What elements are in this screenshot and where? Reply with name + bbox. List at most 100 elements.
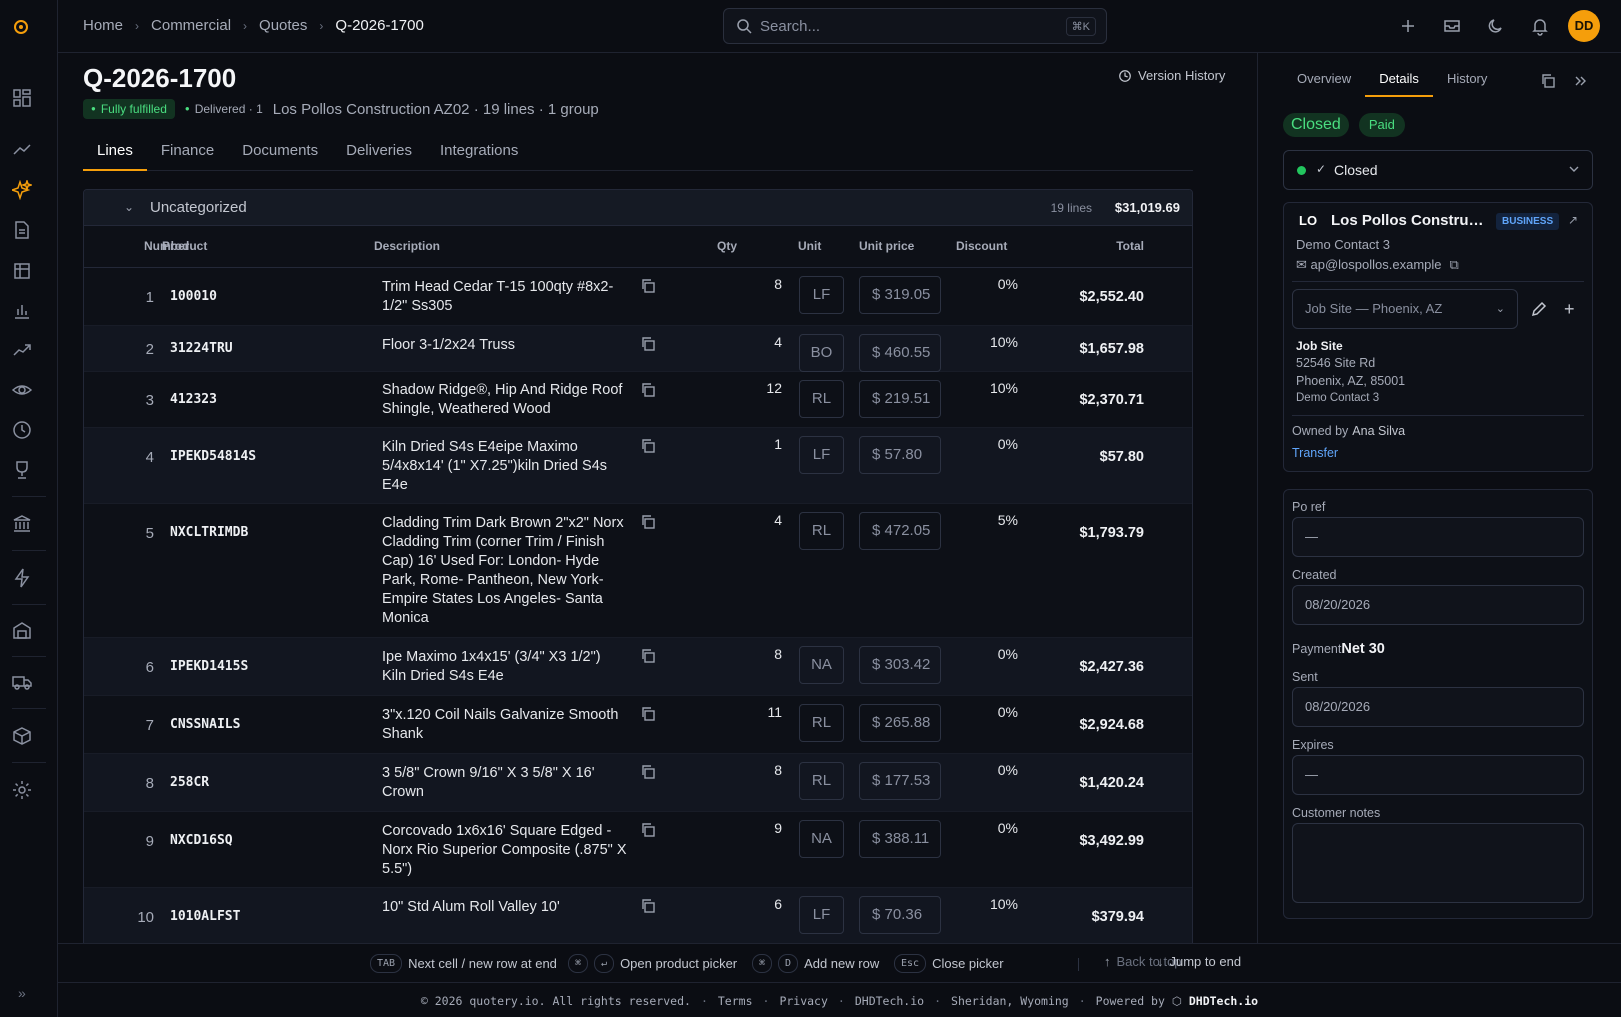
inbox-icon[interactable]	[1442, 16, 1462, 36]
col-product[interactable]: Product	[162, 239, 207, 253]
product-code[interactable]: 412323	[170, 392, 217, 407]
customer-notes-field[interactable]	[1292, 823, 1584, 903]
table-row[interactable]: 6 IPEKD1415S Ipe Maximo 1x4x15' (3/4" X3 1…	[84, 638, 1192, 696]
unit-price-field[interactable]: $ 303.42	[859, 646, 941, 684]
breadcrumb-commercial[interactable]: Commercial	[151, 17, 231, 34]
product-code[interactable]: IPEKD54814S	[170, 449, 256, 464]
copy-icon[interactable]	[640, 336, 656, 352]
eye-icon[interactable]	[11, 380, 34, 402]
col-description[interactable]: Description	[374, 239, 440, 253]
unit-field[interactable]: BO	[799, 334, 844, 372]
avatar[interactable]: DD	[1568, 10, 1600, 42]
product-code[interactable]: IPEKD1415S	[170, 659, 248, 674]
qty-value[interactable]: 12	[766, 380, 782, 396]
line-description[interactable]: Floor 3-1/2x24 Truss	[382, 336, 627, 355]
unit-price-field[interactable]: $ 219.51	[859, 380, 941, 418]
line-description[interactable]: Trim Head Cedar T-15 100qty #8x2-1/2" Ss…	[382, 278, 627, 316]
unit-field[interactable]: RL	[799, 704, 844, 742]
table-row[interactable]: 3 412323 Shadow Ridge®, Hip And Ridge Roof…	[84, 372, 1192, 428]
chevron-down-icon[interactable]: ⌄	[124, 200, 134, 214]
transfer-link[interactable]: Transfer	[1292, 446, 1338, 460]
line-description[interactable]: 3 5/8" Crown 9/16" X 3 5/8" X 16' Crown	[382, 764, 627, 802]
product-code[interactable]: NXCD16SQ	[170, 833, 233, 848]
edit-icon[interactable]	[1530, 300, 1548, 318]
tab-documents[interactable]: Documents	[228, 139, 332, 171]
unit-price-field[interactable]: $ 57.80	[859, 436, 941, 474]
table-row[interactable]: 5 NXCLTRIMDB Cladding Trim Dark Brown 2"x2…	[84, 504, 1192, 638]
trophy-icon[interactable]	[12, 460, 34, 482]
bell-icon[interactable]	[1530, 16, 1550, 36]
group-header[interactable]: ⌄ Uncategorized 19 lines $31,019.69	[84, 190, 1192, 226]
jump-to-end-button[interactable]: ↓ Jump to end	[1157, 954, 1241, 969]
growth-icon[interactable]	[12, 340, 34, 362]
job-site-select[interactable]: Job Site — Phoenix, AZ ⌄	[1292, 289, 1518, 329]
discount-value[interactable]: 0%	[998, 704, 1018, 720]
building-icon[interactable]	[12, 260, 34, 282]
copy-icon[interactable]	[640, 278, 656, 294]
privacy-link[interactable]: Privacy	[779, 994, 827, 1008]
qty-value[interactable]: 6	[774, 896, 782, 912]
po-ref-field[interactable]: —	[1292, 517, 1584, 557]
bolt-icon[interactable]	[12, 568, 34, 590]
copy-icon[interactable]	[640, 764, 656, 780]
table-row[interactable]: 2 31224TRU Floor 3-1/2x24 Truss 4 10% $1,657.…	[84, 326, 1192, 372]
discount-value[interactable]: 10%	[990, 334, 1018, 350]
product-code[interactable]: CNSSNAILS	[170, 717, 240, 732]
line-description[interactable]: Kiln Dried S4s E4eipe Maximo 5/4x8x14' (…	[382, 438, 627, 495]
customer-name[interactable]: Los Pollos Construction AZ02	[1331, 212, 1486, 229]
copy-icon[interactable]	[640, 438, 656, 454]
copy-icon[interactable]	[640, 822, 656, 838]
copy-icon[interactable]	[640, 514, 656, 530]
line-description[interactable]: 10" Std Alum Roll Valley 10'	[382, 898, 627, 917]
unit-field[interactable]: NA	[799, 820, 844, 858]
tab-details[interactable]: Details	[1365, 71, 1433, 97]
tab-deliveries[interactable]: Deliveries	[332, 139, 426, 171]
site-link[interactable]: DHDTech.io	[855, 994, 924, 1008]
settings-icon[interactable]	[12, 780, 34, 802]
tab-finance[interactable]: Finance	[147, 139, 228, 171]
search-input[interactable]: Search... ⌘K	[723, 8, 1107, 44]
tab-integrations[interactable]: Integrations	[426, 139, 532, 171]
unit-price-field[interactable]: $ 70.36	[859, 896, 941, 934]
app-logo[interactable]	[14, 20, 28, 34]
unit-field[interactable]: LF	[799, 436, 844, 474]
product-code[interactable]: 1010ALFST	[170, 909, 240, 924]
unit-field[interactable]: NA	[799, 646, 844, 684]
payment-terms[interactable]: Net 30	[1341, 641, 1385, 657]
discount-value[interactable]: 0%	[998, 276, 1018, 292]
expires-field[interactable]: —	[1292, 755, 1584, 795]
table-row[interactable]: 1 100010 Trim Head Cedar T-15 100qty #8x2-…	[84, 268, 1192, 326]
add-site-icon[interactable]: +	[1564, 299, 1575, 320]
tab-lines[interactable]: Lines	[83, 139, 147, 171]
unit-field[interactable]: LF	[799, 896, 844, 934]
sent-field[interactable]: 08/20/2026	[1292, 687, 1584, 727]
customer-email[interactable]: ap@lospollos.example	[1311, 257, 1442, 272]
col-discount[interactable]: Discount	[956, 239, 1007, 253]
qty-value[interactable]: 4	[774, 334, 782, 350]
table-row[interactable]: 4 IPEKD54814S Kiln Dried S4s E4eipe Maximo…	[84, 428, 1192, 504]
discount-value[interactable]: 0%	[998, 762, 1018, 778]
created-field[interactable]: 08/20/2026	[1292, 585, 1584, 625]
collapse-panel-icon[interactable]	[1572, 73, 1588, 89]
version-history-button[interactable]: Version History	[1118, 68, 1225, 83]
product-code[interactable]: 100010	[170, 289, 217, 304]
qty-value[interactable]: 8	[774, 276, 782, 292]
copy-icon[interactable]	[640, 898, 656, 914]
copy-icon[interactable]	[1540, 73, 1556, 89]
discount-value[interactable]: 10%	[990, 896, 1018, 912]
qty-value[interactable]: 4	[774, 512, 782, 528]
sparkles-icon[interactable]	[9, 178, 34, 202]
discount-value[interactable]: 0%	[998, 820, 1018, 836]
unit-field[interactable]: RL	[799, 380, 844, 418]
warehouse-icon[interactable]	[12, 620, 34, 642]
status-select[interactable]: ✓ Closed	[1283, 150, 1593, 190]
tab-history[interactable]: History	[1433, 71, 1501, 97]
unit-price-field[interactable]: $ 472.05	[859, 512, 941, 550]
col-total[interactable]: Total	[1116, 239, 1144, 253]
unit-price-field[interactable]: $ 265.88	[859, 704, 941, 742]
external-link-icon[interactable]: ↗	[1568, 213, 1578, 227]
copy-icon[interactable]	[640, 706, 656, 722]
unit-field[interactable]: LF	[799, 276, 844, 314]
unit-price-field[interactable]: $ 388.11	[859, 820, 941, 858]
unit-price-field[interactable]: $ 319.05	[859, 276, 941, 314]
